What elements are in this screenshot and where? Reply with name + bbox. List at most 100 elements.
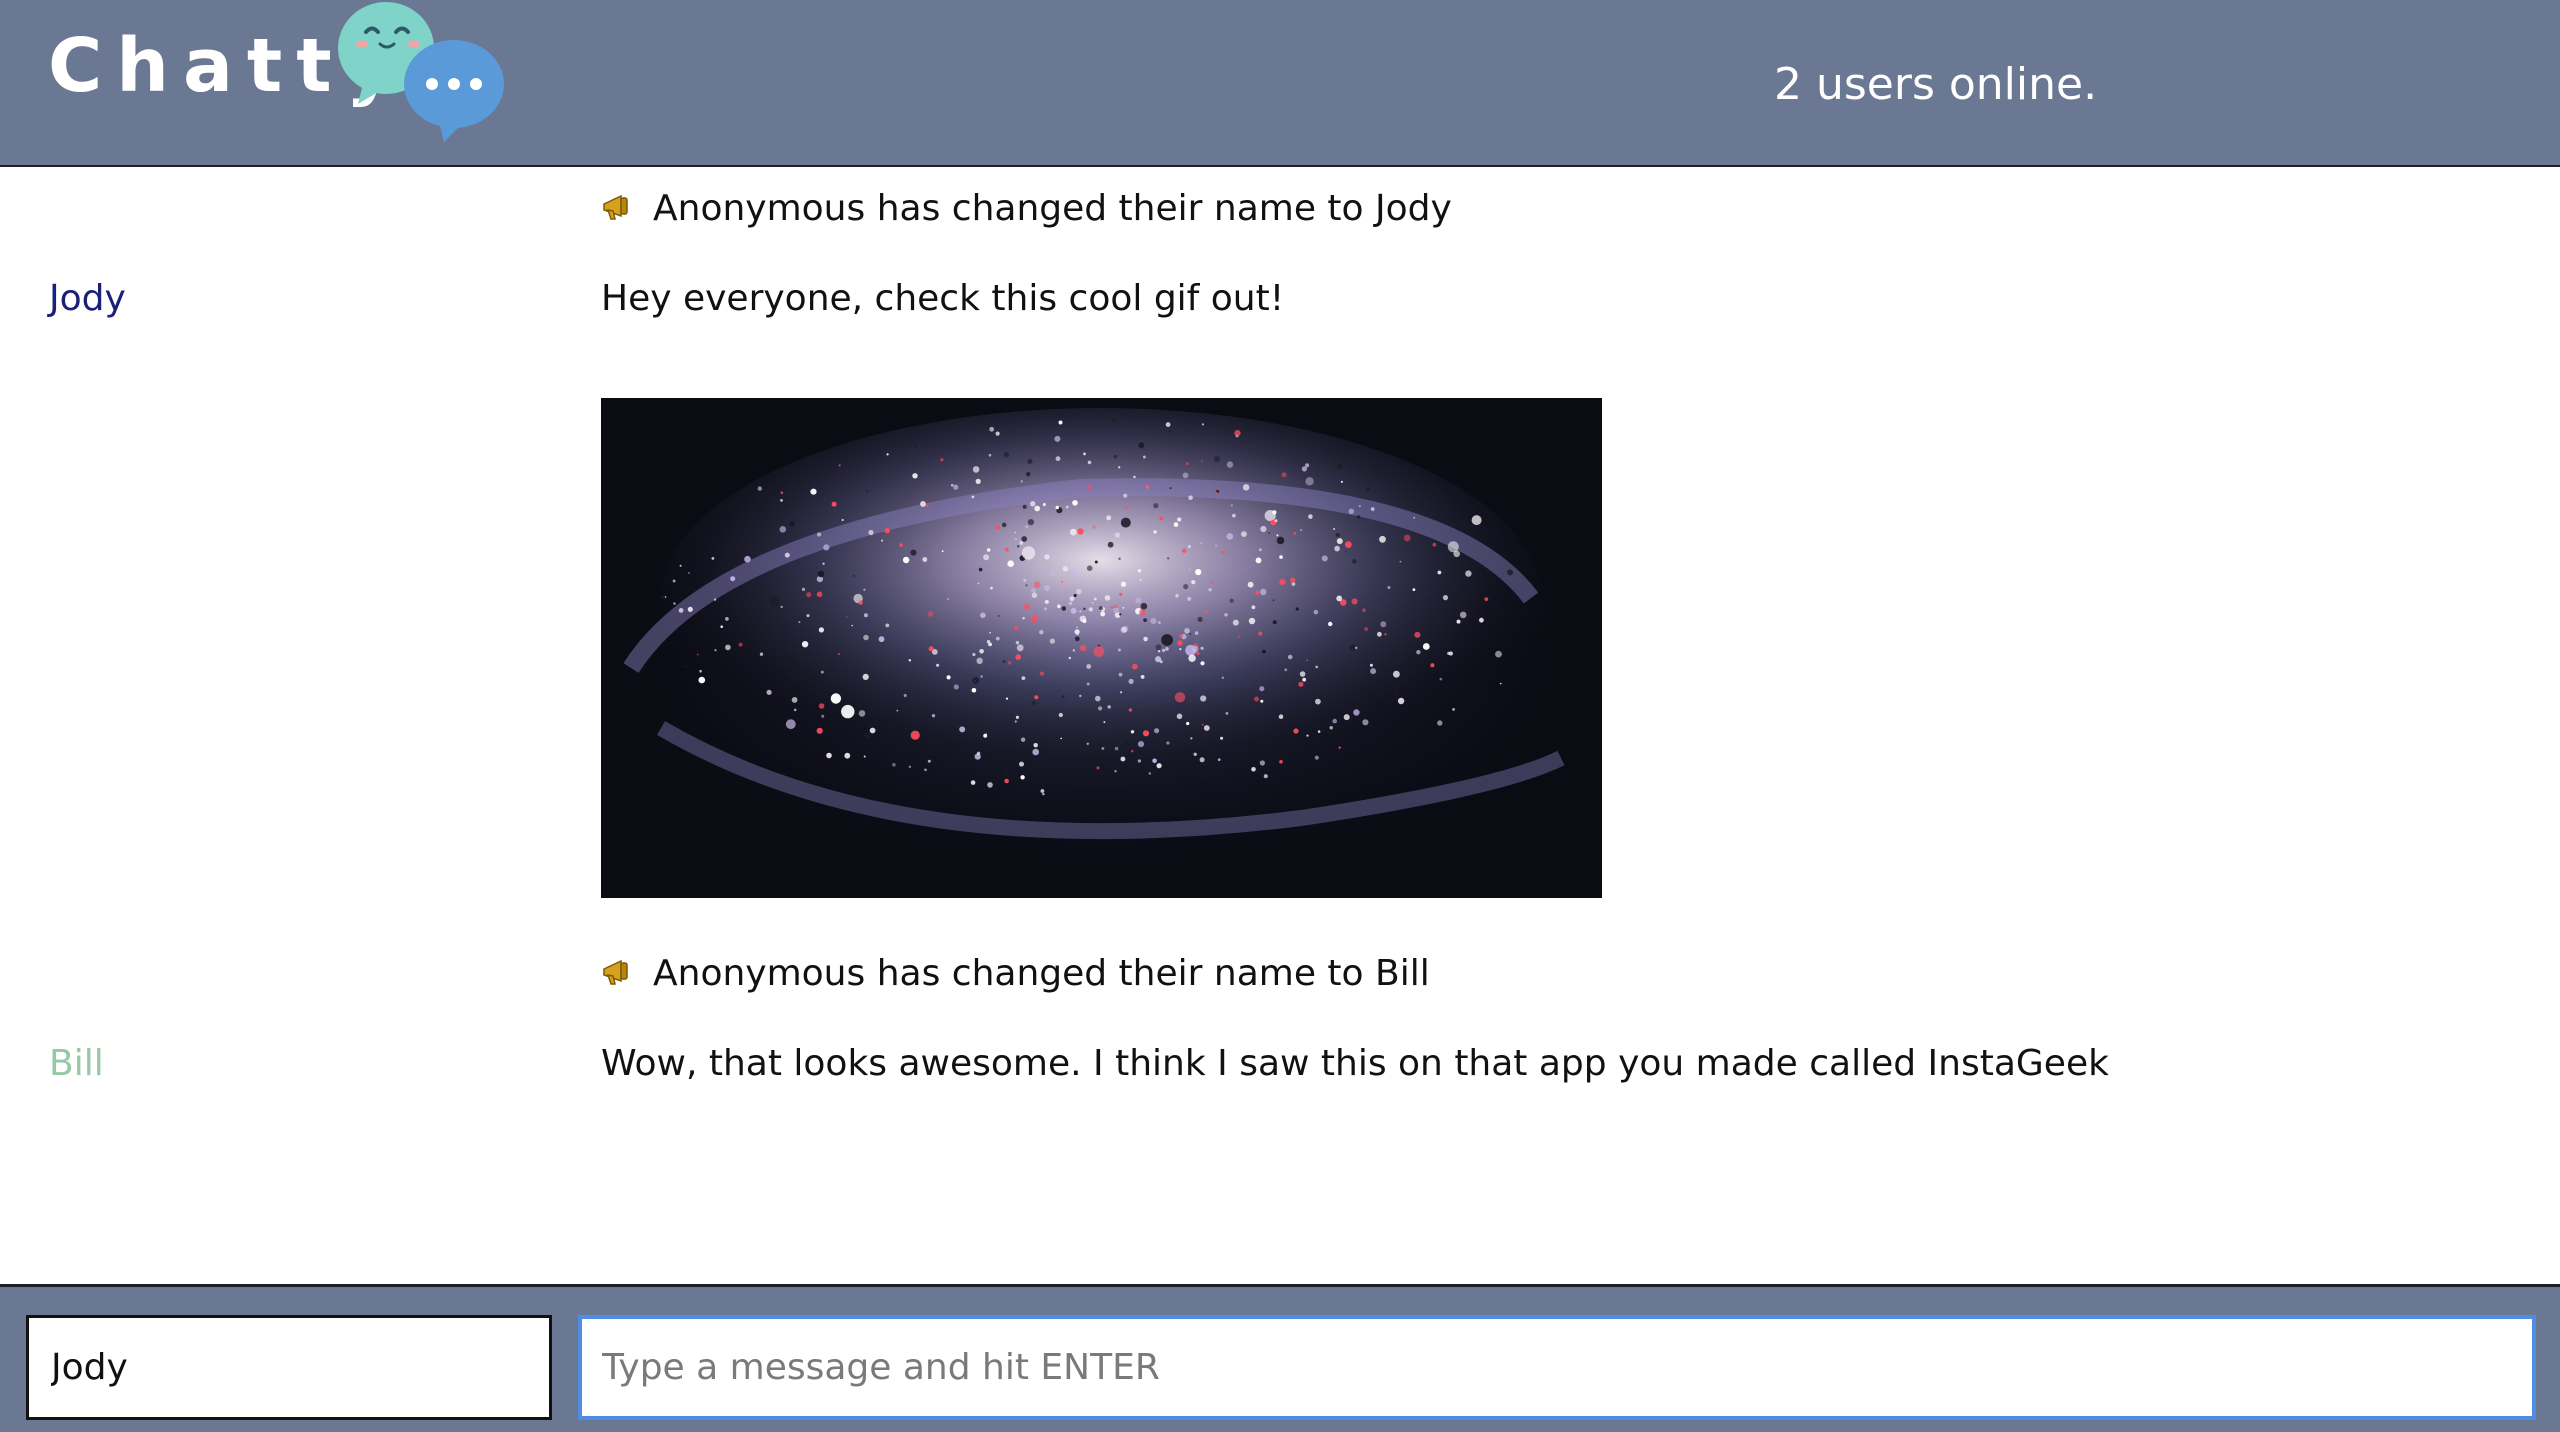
galaxy-star — [1138, 442, 1145, 449]
galaxy-star — [1484, 597, 1489, 601]
galaxy-star — [975, 478, 981, 484]
galaxy-star — [947, 598, 950, 601]
galaxy-star — [1020, 775, 1025, 780]
galaxy-star — [1079, 610, 1082, 613]
galaxy-star — [1255, 557, 1262, 564]
galaxy-star — [841, 704, 855, 719]
galaxy-star — [1189, 633, 1192, 635]
galaxy-star — [1139, 579, 1142, 581]
galaxy-star — [971, 688, 977, 693]
galaxy-star — [1314, 755, 1319, 760]
galaxy-star — [1447, 651, 1451, 655]
galaxy-star — [1334, 545, 1340, 552]
galaxy-star — [1120, 517, 1131, 528]
galaxy-star — [1413, 516, 1416, 519]
galaxy-star — [1217, 758, 1221, 761]
galaxy-star — [1014, 626, 1019, 631]
galaxy-star — [1456, 619, 1461, 624]
username-input[interactable] — [26, 1315, 552, 1420]
galaxy-star — [1260, 699, 1264, 703]
galaxy-star — [983, 733, 988, 738]
galaxy-star — [1131, 750, 1134, 753]
galaxy-star — [1366, 487, 1370, 491]
galaxy-star — [780, 605, 783, 609]
galaxy-star — [1128, 708, 1132, 712]
galaxy-star — [1088, 607, 1093, 612]
message-input[interactable] — [578, 1315, 2536, 1420]
galaxy-star — [1026, 472, 1031, 477]
notification-text: Anonymous has changed their name to Jody — [653, 188, 1452, 229]
galaxy-star — [678, 608, 684, 613]
galaxy-star — [1070, 569, 1077, 577]
galaxy-star — [1315, 698, 1321, 705]
galaxy-star — [866, 489, 869, 493]
galaxy-star — [1155, 656, 1162, 663]
galaxy-star — [838, 464, 841, 467]
galaxy-star — [1384, 633, 1387, 636]
galaxy-star — [1161, 634, 1173, 646]
galaxy-star — [950, 483, 954, 487]
galaxy-star — [1295, 607, 1299, 611]
galaxy-star — [1161, 648, 1166, 653]
galaxy-star — [1095, 695, 1101, 702]
galaxy-star — [1187, 596, 1192, 601]
galaxy-star — [1155, 644, 1162, 651]
galaxy-star — [725, 617, 729, 621]
galaxy-star — [1020, 480, 1023, 483]
galaxy-star — [1080, 644, 1087, 651]
galaxy-star — [1166, 741, 1170, 745]
galaxy-star — [1044, 585, 1050, 591]
galaxy-star — [830, 693, 842, 704]
galaxy-star — [1033, 581, 1041, 589]
galaxy-star — [1195, 569, 1202, 576]
galaxy-star — [1030, 616, 1038, 623]
galaxy-star — [1119, 592, 1123, 597]
galaxy-star — [1321, 555, 1328, 562]
galaxy-star — [1229, 598, 1234, 603]
galaxy-star — [1306, 734, 1309, 737]
galaxy-star — [789, 521, 795, 527]
galaxy-star — [863, 755, 866, 758]
galaxy-star — [852, 574, 856, 578]
galaxy-star — [1379, 535, 1386, 543]
galaxy-star — [1442, 595, 1449, 601]
megaphone-icon — [603, 959, 628, 985]
galaxy-star — [1032, 748, 1039, 756]
galaxy-star — [1065, 505, 1069, 509]
galaxy-star — [1082, 619, 1087, 624]
galaxy-star — [1074, 636, 1080, 642]
galaxy-star — [1135, 597, 1142, 604]
galaxy-star — [1317, 730, 1321, 733]
galaxy-star — [1086, 682, 1090, 686]
galaxy-star — [1272, 599, 1275, 602]
galaxy-star — [1015, 715, 1019, 719]
galaxy-star — [1110, 606, 1113, 609]
galaxy-star — [1157, 650, 1161, 653]
galaxy-star — [1050, 570, 1057, 577]
galaxy-star — [1042, 503, 1046, 506]
galaxy-star — [1337, 463, 1343, 470]
galaxy-star — [1471, 515, 1482, 526]
galaxy-star — [1034, 695, 1039, 700]
galaxy-star — [1248, 617, 1256, 625]
galaxy-star — [1061, 581, 1064, 583]
galaxy-star — [1340, 480, 1343, 483]
galaxy-star — [1137, 569, 1141, 573]
galaxy-star — [927, 611, 934, 617]
galaxy-star — [801, 641, 809, 648]
galaxy-star — [990, 586, 993, 590]
galaxy-star — [688, 572, 690, 574]
galaxy-star — [972, 677, 980, 684]
galaxy-star — [1137, 759, 1141, 763]
galaxy-star — [1200, 661, 1205, 666]
galaxy-star — [1349, 644, 1356, 651]
galaxy-star — [977, 582, 980, 585]
galaxy-star — [1083, 452, 1086, 456]
galaxy-star — [1276, 534, 1279, 537]
galaxy-star — [1005, 697, 1009, 700]
galaxy-star — [1260, 588, 1267, 596]
galaxy-star — [696, 653, 699, 656]
galaxy-star — [927, 759, 931, 763]
galaxy-star — [1092, 525, 1096, 529]
galaxy-star — [912, 473, 918, 479]
